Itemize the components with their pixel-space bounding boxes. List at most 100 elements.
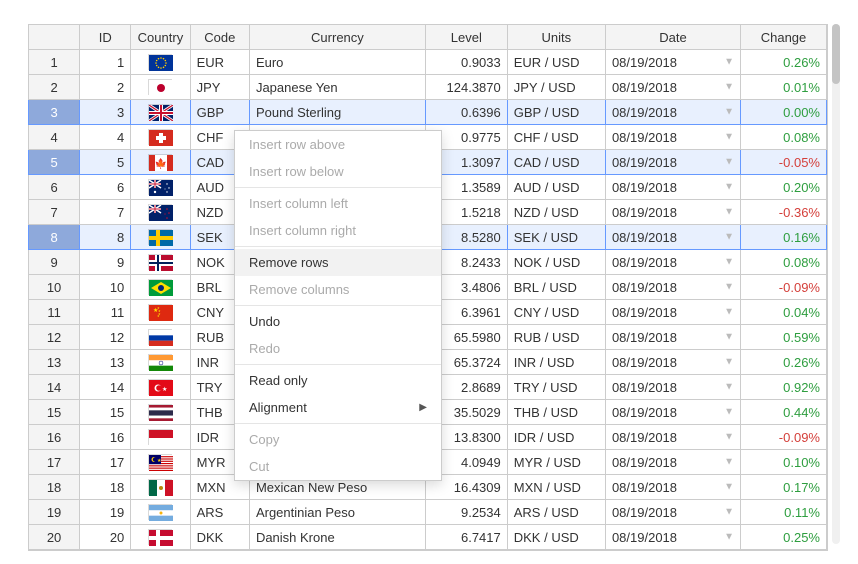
row-header[interactable]: 19 [29,500,80,525]
cell-country[interactable]: ★★★★★ [131,300,190,325]
cell-date[interactable]: 08/19/2018▼ [605,400,740,425]
cell-country[interactable] [131,175,190,200]
cell-date[interactable]: 08/19/2018▼ [605,300,740,325]
cell-change[interactable]: 0.01% [740,75,826,100]
dropdown-icon[interactable]: ▼ [724,532,734,543]
cell-currency[interactable]: Argentinian Peso [249,500,425,525]
cell-code[interactable]: GBP [190,100,249,125]
cell-units[interactable]: JPY / USD [507,75,605,100]
cell-id[interactable]: 9 [80,250,131,275]
dropdown-icon[interactable]: ▼ [724,132,734,143]
cell-country[interactable] [131,525,190,550]
cell-currency[interactable]: Japanese Yen [249,75,425,100]
cell-id[interactable]: 15 [80,400,131,425]
cell-units[interactable]: CAD / USD [507,150,605,175]
cell-date[interactable]: 08/19/2018▼ [605,225,740,250]
cell-country[interactable] [131,350,190,375]
dropdown-icon[interactable]: ▼ [724,357,734,368]
cell-date[interactable]: 08/19/2018▼ [605,325,740,350]
col-header-id[interactable]: ID [80,25,131,50]
row-header[interactable]: 12 [29,325,80,350]
vertical-scrollbar-thumb[interactable] [832,24,840,84]
cell-units[interactable]: NZD / USD [507,200,605,225]
cell-units[interactable]: EUR / USD [507,50,605,75]
table-row[interactable]: 33GBPPound Sterling0.6396GBP / USD08/19/… [29,100,827,125]
cell-date[interactable]: 08/19/2018▼ [605,350,740,375]
row-header[interactable]: 17 [29,450,80,475]
cell-change[interactable]: -0.05% [740,150,826,175]
cell-country[interactable] [131,400,190,425]
cell-country[interactable] [131,475,190,500]
cell-units[interactable]: BRL / USD [507,275,605,300]
cell-id[interactable]: 7 [80,200,131,225]
cell-units[interactable]: GBP / USD [507,100,605,125]
cell-change[interactable]: 0.16% [740,225,826,250]
cell-id[interactable]: 6 [80,175,131,200]
cell-units[interactable]: THB / USD [507,400,605,425]
cell-date[interactable]: 08/19/2018▼ [605,425,740,450]
cell-date[interactable]: 08/19/2018▼ [605,275,740,300]
cell-id[interactable]: 14 [80,375,131,400]
row-header[interactable]: 8 [29,225,80,250]
row-header[interactable]: 9 [29,250,80,275]
cell-units[interactable]: CNY / USD [507,300,605,325]
row-header[interactable]: 18 [29,475,80,500]
cell-units[interactable]: AUD / USD [507,175,605,200]
cell-change[interactable]: 0.26% [740,50,826,75]
table-row[interactable]: 2020DKKDanish Krone6.7417DKK / USD08/19/… [29,525,827,550]
cell-units[interactable]: RUB / USD [507,325,605,350]
cell-id[interactable]: 1 [80,50,131,75]
cell-date[interactable]: 08/19/2018▼ [605,200,740,225]
cell-change[interactable]: 0.20% [740,175,826,200]
context-menu-item[interactable]: Undo [235,308,441,335]
row-header[interactable]: 13 [29,350,80,375]
cell-country[interactable] [131,200,190,225]
dropdown-icon[interactable]: ▼ [724,432,734,443]
cell-currency[interactable]: Pound Sterling [249,100,425,125]
cell-units[interactable]: SEK / USD [507,225,605,250]
cell-currency[interactable]: Euro [249,50,425,75]
dropdown-icon[interactable]: ▼ [724,182,734,193]
cell-date[interactable]: 08/19/2018▼ [605,525,740,550]
cell-date[interactable]: 08/19/2018▼ [605,250,740,275]
cell-country[interactable]: ★ [131,450,190,475]
cell-units[interactable]: MYR / USD [507,450,605,475]
dropdown-icon[interactable]: ▼ [724,82,734,93]
cell-level[interactable]: 6.7417 [425,525,507,550]
context-menu-item[interactable]: Alignment▶ [235,394,441,421]
cell-date[interactable]: 08/19/2018▼ [605,175,740,200]
cell-country[interactable] [131,125,190,150]
cell-units[interactable]: TRY / USD [507,375,605,400]
cell-id[interactable]: 5 [80,150,131,175]
cell-currency[interactable]: Danish Krone [249,525,425,550]
row-header[interactable]: 10 [29,275,80,300]
cell-date[interactable]: 08/19/2018▼ [605,50,740,75]
cell-date[interactable]: 08/19/2018▼ [605,450,740,475]
cell-change[interactable]: -0.09% [740,275,826,300]
col-header-country[interactable]: Country [131,25,190,50]
dropdown-icon[interactable]: ▼ [724,282,734,293]
row-header[interactable]: 14 [29,375,80,400]
col-header-units[interactable]: Units [507,25,605,50]
cell-date[interactable]: 08/19/2018▼ [605,500,740,525]
cell-change[interactable]: 0.00% [740,100,826,125]
dropdown-icon[interactable]: ▼ [724,57,734,68]
col-header-change[interactable]: Change [740,25,826,50]
cell-change[interactable]: 0.08% [740,250,826,275]
table-row[interactable]: 1919ARSArgentinian Peso9.2534ARS / USD08… [29,500,827,525]
cell-country[interactable] [131,225,190,250]
cell-change[interactable]: 0.08% [740,125,826,150]
cell-code[interactable]: EUR [190,50,249,75]
col-header-currency[interactable]: Currency [249,25,425,50]
cell-id[interactable]: 2 [80,75,131,100]
dropdown-icon[interactable]: ▼ [724,407,734,418]
cell-change[interactable]: 0.59% [740,325,826,350]
cell-date[interactable]: 08/19/2018▼ [605,475,740,500]
cell-level[interactable]: 9.2534 [425,500,507,525]
context-menu[interactable]: Insert row aboveInsert row belowInsert c… [234,130,442,481]
row-header[interactable]: 2 [29,75,80,100]
cell-country[interactable] [131,100,190,125]
corner-cell[interactable] [29,25,80,50]
cell-change[interactable]: 0.26% [740,350,826,375]
col-header-level[interactable]: Level [425,25,507,50]
